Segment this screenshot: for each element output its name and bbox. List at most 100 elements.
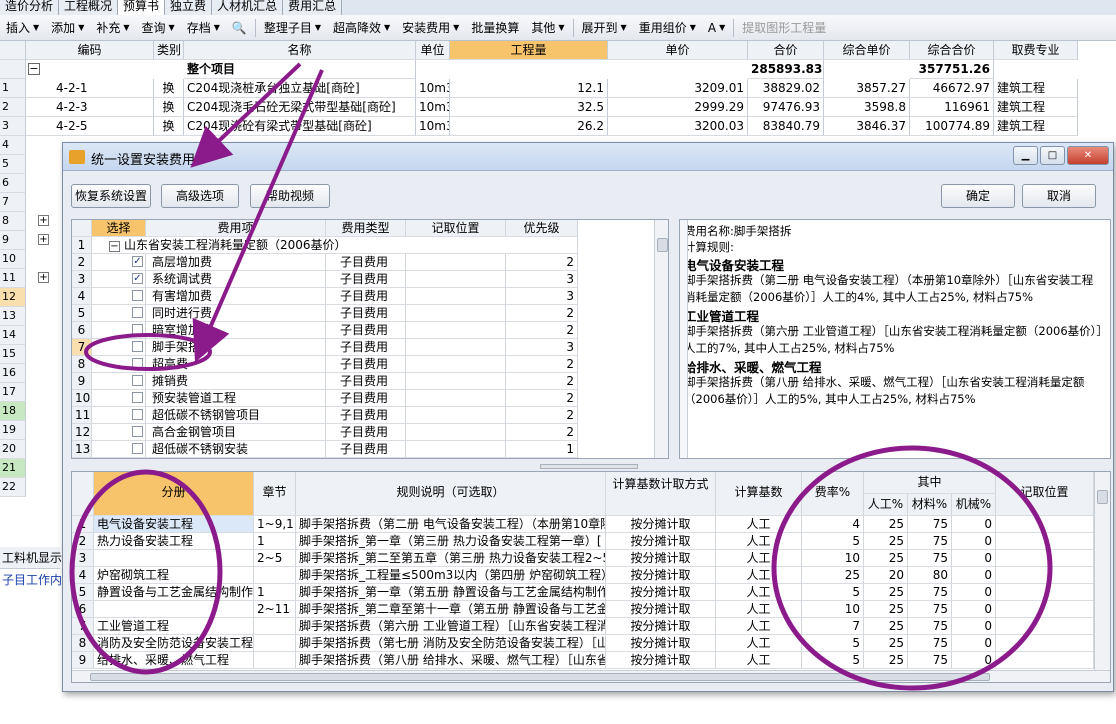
rule-cell[interactable]: 脚手架搭拆_工程量≤500m3以内（第四册 炉窑砌筑工程）[ [296, 567, 606, 584]
rate-cell[interactable]: 5 [802, 635, 864, 652]
toolbar-item-0[interactable]: 插入 ▼ [0, 17, 45, 39]
column-header[interactable]: 工程量 [450, 41, 608, 60]
labor-cell[interactable]: 25 [864, 533, 908, 550]
rate-cell[interactable]: 10 [802, 550, 864, 567]
toolbar-item-8[interactable]: 安装费用 ▼ [396, 17, 465, 39]
checkbox-icon[interactable] [132, 341, 143, 352]
checkbox-icon[interactable] [132, 375, 143, 386]
base-cell[interactable]: 人工 [716, 567, 802, 584]
fee-item-name[interactable]: 有害增加费 [146, 288, 326, 305]
chapter-cell[interactable]: 1 [254, 533, 296, 550]
toolbar-item-7[interactable]: 超高降效 ▼ [327, 17, 396, 39]
checkbox-checked-icon[interactable]: ✓ [132, 256, 143, 267]
labor-cell[interactable]: 25 [864, 516, 908, 533]
fee-item-name[interactable]: 超低碳不锈钢安装 [146, 441, 326, 458]
labor-cell[interactable]: 25 [864, 652, 908, 669]
table-cell[interactable]: 46672.97 [910, 79, 994, 98]
fee-item-name[interactable]: 脚手架搭拆 [146, 339, 326, 356]
toolbar-item-11[interactable]: 展开到 ▼ [576, 17, 633, 39]
fee-item-position[interactable] [406, 271, 506, 288]
table-cell[interactable]: 38829.02 [748, 79, 824, 98]
toolbar-item-12[interactable]: 重用组价 ▼ [633, 17, 702, 39]
checkbox-icon[interactable] [132, 409, 143, 420]
material-cell[interactable]: 75 [908, 635, 952, 652]
ok-button[interactable]: 确定 [941, 184, 1015, 208]
toolbar-item-6[interactable]: 整理子目 ▼ [258, 17, 327, 39]
toolbar-item-4[interactable]: 存档 ▼ [181, 17, 226, 39]
horizontal-scrollbar[interactable] [72, 670, 1110, 682]
fee-item-name[interactable]: 超高费 [146, 356, 326, 373]
volume-cell[interactable]: 工业管道工程 [94, 618, 254, 635]
method-cell[interactable]: 按分摊计取 [606, 618, 716, 635]
rate-cell[interactable]: 7 [802, 618, 864, 635]
chapter-cell[interactable]: 1 [254, 584, 296, 601]
rule-column-header[interactable]: 计算基数计取方式 [606, 472, 716, 516]
checkbox-icon[interactable] [132, 392, 143, 403]
table-cell[interactable]: 3857.27 [824, 79, 910, 98]
position-cell[interactable] [996, 584, 1094, 601]
rule-cell[interactable]: 脚手架搭拆_第二至第五章（第三册 热力设备安装工程2~5 [296, 550, 606, 567]
method-cell[interactable]: 按分摊计取 [606, 533, 716, 550]
fee-item-priority[interactable]: 3 [506, 271, 578, 288]
volume-cell[interactable] [94, 550, 254, 567]
material-cell[interactable]: 80 [908, 567, 952, 584]
fee-column-header[interactable]: 选择 [92, 220, 146, 237]
chapter-cell[interactable]: 2~11 [254, 601, 296, 618]
fee-item-name[interactable]: 高合金钢管项目 [146, 424, 326, 441]
fee-item-position[interactable] [406, 407, 506, 424]
fee-select-cell[interactable]: ✓ [92, 254, 146, 271]
rate-cell[interactable]: 4 [802, 516, 864, 533]
rule-subcolumn-header[interactable]: 材料% [908, 494, 952, 516]
rate-cell[interactable]: 5 [802, 584, 864, 601]
rate-cell[interactable]: 5 [802, 533, 864, 550]
table-cell[interactable]: 2999.29 [608, 98, 748, 117]
fee-table-scrollbar[interactable] [654, 220, 668, 458]
expand-icon[interactable]: + [38, 272, 49, 283]
table-cell[interactable]: 3209.01 [608, 79, 748, 98]
collapse-icon[interactable]: − [28, 63, 40, 75]
rule-cell[interactable]: 脚手架搭拆费（第六册 工业管道工程）［山东省安装工程消 [296, 618, 606, 635]
volume-cell[interactable]: 炉窑砌筑工程 [94, 567, 254, 584]
fee-item-priority[interactable]: 2 [506, 305, 578, 322]
fee-select-cell[interactable] [92, 305, 146, 322]
toolbar-item-13[interactable]: A ▼ [702, 17, 731, 39]
column-header[interactable]: 单位 [416, 41, 450, 60]
column-header[interactable]: 综合合价 [910, 41, 994, 60]
chapter-cell[interactable] [254, 652, 296, 669]
volume-cell[interactable]: 热力设备安装工程 [94, 533, 254, 550]
fee-item-name[interactable]: 系统调试费 [146, 271, 326, 288]
restore-defaults-button[interactable]: 恢复系统设置 [71, 184, 151, 208]
checkbox-icon[interactable] [132, 358, 143, 369]
help-video-button[interactable]: 帮助视频 [250, 184, 330, 208]
chapter-cell[interactable] [254, 618, 296, 635]
checkbox-icon[interactable] [132, 290, 143, 301]
position-cell[interactable] [996, 533, 1094, 550]
checkbox-icon[interactable] [132, 307, 143, 318]
machine-cell[interactable]: 0 [952, 601, 996, 618]
volume-cell[interactable] [94, 601, 254, 618]
labor-cell[interactable]: 25 [864, 584, 908, 601]
base-cell[interactable]: 人工 [716, 652, 802, 669]
table-cell[interactable]: 4-2-3 [26, 98, 154, 117]
labor-cell[interactable]: 25 [864, 618, 908, 635]
expand-icon[interactable]: + [38, 234, 49, 245]
table-cell[interactable]: 换 [154, 117, 184, 136]
rule-column-header[interactable]: 记取位置 [996, 472, 1094, 516]
fee-item-name[interactable]: 超低碳不锈钢管项目 [146, 407, 326, 424]
advanced-options-button[interactable]: 高级选项 [161, 184, 239, 208]
fee-group-row[interactable]: − 山东省安装工程消耗量定额（2006基价） [92, 237, 578, 254]
method-cell[interactable]: 按分摊计取 [606, 635, 716, 652]
checkbox-checked-icon[interactable]: ✓ [132, 273, 143, 284]
table-cell[interactable]: 10m3 [416, 98, 450, 117]
expand-icon[interactable]: + [38, 215, 49, 226]
table-cell[interactable]: 116961 [910, 98, 994, 117]
base-cell[interactable]: 人工 [716, 601, 802, 618]
fee-column-header[interactable]: 优先级 [506, 220, 578, 237]
labor-cell[interactable]: 25 [864, 635, 908, 652]
info-scrollbar[interactable] [680, 220, 688, 458]
fee-item-position[interactable] [406, 441, 506, 458]
machine-cell[interactable]: 0 [952, 567, 996, 584]
method-cell[interactable]: 按分摊计取 [606, 516, 716, 533]
table-cell[interactable]: 换 [154, 79, 184, 98]
rule-column-header[interactable]: 规则说明（可选取） [296, 472, 606, 516]
